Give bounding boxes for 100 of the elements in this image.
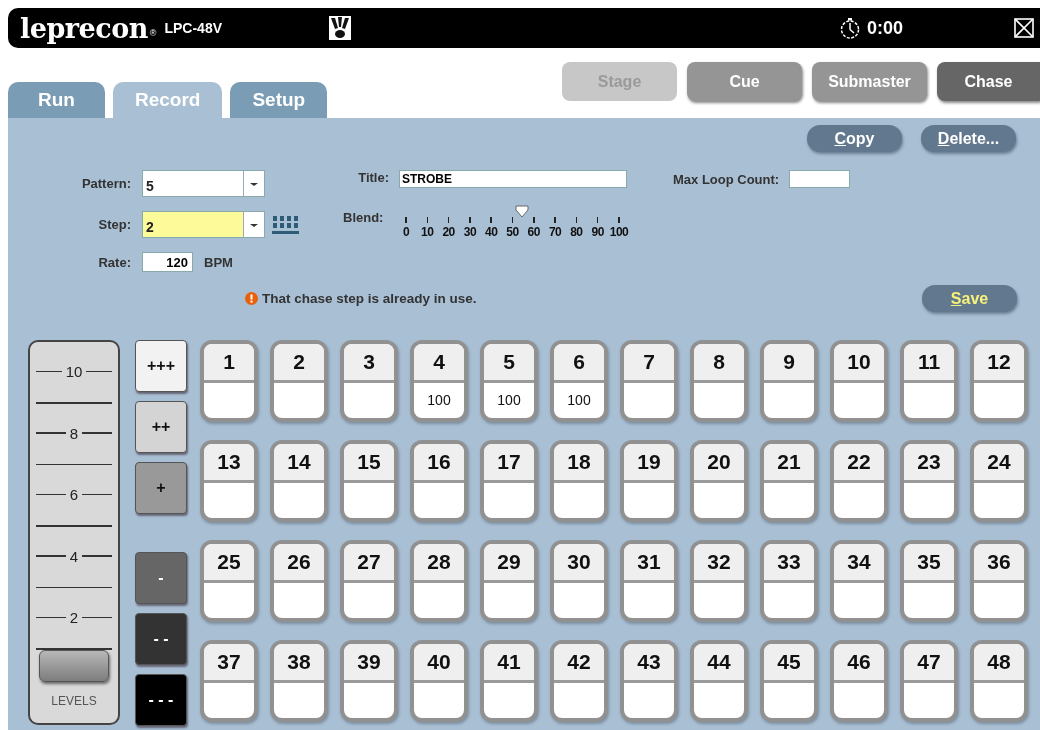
tick-label: 80 — [570, 225, 583, 239]
keypad-icon[interactable] — [272, 213, 299, 236]
model-name: LPC-48V — [164, 20, 222, 36]
channel-button[interactable]: 43 — [620, 640, 678, 722]
pattern-dropdown[interactable]: 5 — [142, 170, 265, 197]
field-label: Title: — [357, 170, 389, 187]
channel-button[interactable]: 36 — [970, 540, 1028, 622]
channel-button[interactable]: 33 — [760, 540, 818, 622]
channel-button[interactable]: 24 — [970, 440, 1028, 522]
channel-button[interactable]: 4 100 — [410, 340, 468, 422]
channel-button[interactable]: 6 100 — [550, 340, 608, 422]
level-button[interactable]: ++ — [135, 401, 187, 453]
channel-button[interactable]: 30 — [550, 540, 608, 622]
save-button[interactable]: Save — [922, 285, 1017, 312]
timer-readout: 0:00 — [866, 17, 903, 39]
channel-button[interactable]: 34 — [830, 540, 888, 622]
fader-thumb[interactable] — [39, 650, 109, 682]
channel-button[interactable]: 11 — [900, 340, 958, 422]
channel-button[interactable]: 22 — [830, 440, 888, 522]
step-dropdown[interactable]: 2 — [142, 211, 265, 238]
field-label: Pattern: — [80, 176, 131, 191]
warning-icon — [245, 292, 258, 305]
level-button[interactable]: - - — [135, 613, 187, 665]
channel-button[interactable]: 14 — [270, 440, 328, 522]
channel-button[interactable]: 46 — [830, 640, 888, 722]
rate-input[interactable]: 120 — [142, 252, 193, 272]
scale-label: 4 — [69, 547, 79, 565]
action-button[interactable]: Copy — [807, 125, 902, 152]
level-button[interactable]: - — [135, 552, 187, 604]
channel-button[interactable]: 8 — [690, 340, 748, 422]
field-label: Rate: — [97, 254, 131, 270]
channel-button[interactable]: 2 — [270, 340, 328, 422]
brand-logo: leprecon — [20, 12, 148, 44]
channel-button[interactable]: 9 — [760, 340, 818, 422]
channel-button[interactable]: 25 — [200, 540, 258, 622]
level-button[interactable]: + — [135, 462, 187, 514]
title-input[interactable]: STROBE — [399, 170, 627, 188]
channel-button[interactable]: 10 — [830, 340, 888, 422]
channel-button[interactable]: 39 — [340, 640, 398, 722]
channel-button[interactable]: 17 — [480, 440, 538, 522]
channel-button[interactable]: 3 — [340, 340, 398, 422]
level-button[interactable]: - - - — [135, 674, 187, 726]
mode-button[interactable]: Chase — [937, 62, 1040, 101]
scale-label: 2 — [69, 609, 79, 626]
channel-button[interactable]: 47 — [900, 640, 958, 722]
channel-button[interactable]: 44 — [690, 640, 748, 722]
field-label: Blend: — [343, 209, 385, 227]
channel-button[interactable]: 23 — [900, 440, 958, 522]
channel-button[interactable]: 42 — [550, 640, 608, 722]
loop-count-input[interactable] — [789, 170, 851, 188]
lamp-icon — [329, 16, 351, 40]
tick-label: 50 — [506, 225, 519, 239]
scale-label: 6 — [69, 486, 79, 503]
scale-label: 10 — [65, 363, 83, 380]
channel-button[interactable]: 37 — [200, 640, 258, 722]
channel-button[interactable]: 48 — [970, 640, 1028, 722]
channel-button[interactable]: 15 — [340, 440, 398, 522]
channel-button[interactable]: 5 100 — [480, 340, 538, 422]
channel-button[interactable]: 20 — [690, 440, 748, 522]
channel-button[interactable]: 7 — [620, 340, 678, 422]
channel-button[interactable]: 35 — [900, 540, 958, 622]
channel-button[interactable]: 19 — [620, 440, 678, 522]
tick-mark — [533, 217, 535, 223]
channel-button[interactable]: 13 — [200, 440, 258, 522]
channel-button[interactable]: 29 — [480, 540, 538, 622]
stopwatch-icon — [838, 17, 861, 39]
channel-button[interactable]: 16 — [410, 440, 468, 522]
tick-label: 20 — [442, 225, 455, 239]
channel-button[interactable]: 32 — [690, 540, 748, 622]
warning-message: That chase step is already in use. — [262, 291, 477, 306]
channel-button[interactable]: 27 — [340, 540, 398, 622]
channel-button[interactable]: 38 — [270, 640, 328, 722]
tick-mark — [575, 217, 578, 223]
channel-button[interactable]: 41 — [480, 640, 538, 722]
scale-label: 8 — [69, 424, 79, 442]
channel-button[interactable]: 45 — [760, 640, 818, 722]
caret-icon — [243, 212, 264, 237]
tick-mark — [426, 217, 429, 223]
tick-label: 90 — [591, 225, 604, 239]
channel-button[interactable]: 26 — [270, 540, 328, 622]
tick-mark — [469, 217, 471, 223]
level-button[interactable]: +++ — [135, 340, 187, 392]
channel-button[interactable]: 12 — [970, 340, 1028, 422]
channel-button[interactable]: 40 — [410, 640, 468, 722]
channel-button[interactable]: 28 — [410, 540, 468, 622]
action-button[interactable]: Delete... — [921, 125, 1016, 152]
field-label: Step: — [97, 217, 131, 232]
channel-button[interactable]: 18 — [550, 440, 608, 522]
tick-mark — [511, 217, 514, 223]
channel-button[interactable]: 31 — [620, 540, 678, 622]
close-icon[interactable] — [1014, 18, 1034, 38]
slider-thumb[interactable] — [514, 205, 529, 218]
tick-mark — [405, 217, 407, 223]
tick-label: 10 — [421, 225, 434, 239]
tick-label: 60 — [527, 225, 540, 239]
tick-mark — [554, 217, 556, 223]
field-label: Max Loop Count: — [673, 171, 780, 187]
channel-button[interactable]: 21 — [760, 440, 818, 522]
channel-button[interactable]: 1 — [200, 340, 258, 422]
tick-mark — [618, 217, 620, 223]
